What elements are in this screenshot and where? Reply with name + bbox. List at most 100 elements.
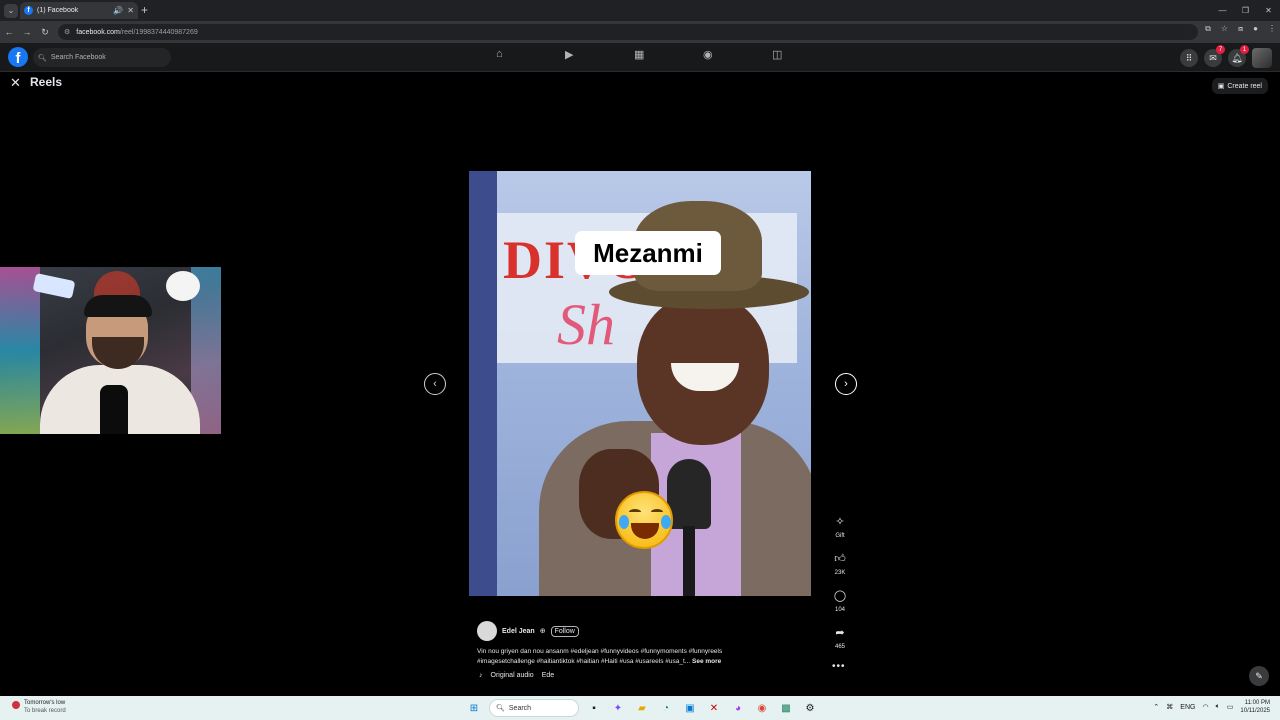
description-line: Vin nou griyen dan nou ansanm #edeljean …: [477, 648, 723, 655]
extensions-icon[interactable]: ⧈: [1238, 24, 1243, 34]
create-reel-label: Create reel: [1227, 82, 1262, 90]
marketplace-icon[interactable]: ▦: [634, 48, 703, 61]
taskbar-search[interactable]: 🔍︎ Search: [489, 699, 579, 717]
emoji-tear: [661, 515, 671, 529]
groups-icon[interactable]: ◉: [703, 48, 772, 61]
back-button[interactable]: ←: [0, 27, 18, 37]
profile-icon[interactable]: ●: [1253, 24, 1258, 34]
app-icon[interactable]: ▩: [777, 699, 795, 717]
home-icon[interactable]: ⌂: [496, 48, 565, 61]
chrome-icon[interactable]: ◉: [753, 699, 771, 717]
volume-icon[interactable]: 🔈︎: [1216, 703, 1220, 711]
messenger-badge: 7: [1216, 45, 1225, 54]
restore-button[interactable]: ❐: [1234, 0, 1257, 21]
bookmark-star-icon[interactable]: ☆: [1221, 24, 1228, 34]
share-count: 465: [834, 644, 845, 650]
toolbar-actions: ⧉ ☆ ⧈ ● ⋮: [1205, 24, 1276, 34]
close-tab-icon[interactable]: ✕: [127, 6, 134, 15]
edit-icon: ✎: [1255, 670, 1263, 681]
streamer-microphone: [100, 385, 128, 434]
address-bar[interactable]: ⚙ facebook.com/reel/1998374440987269: [58, 24, 1198, 40]
tab-list-button[interactable]: ⌄: [4, 3, 18, 18]
more-options-icon[interactable]: •••: [832, 661, 846, 672]
browser-menu-icon[interactable]: ⋮: [1268, 24, 1276, 34]
reel-author: Edel Jean ⊕ Follow: [477, 621, 579, 641]
gaming-icon[interactable]: ◫: [772, 48, 841, 61]
date-text: 10/11/2025: [1240, 708, 1270, 714]
facebook-header: f 🔍︎ Search Facebook ⌂ ▶ ▦ ◉ ◫ ⠿ ✉ 7 🔔︎ …: [0, 43, 1280, 72]
audio-label: Original audio: [490, 672, 534, 679]
settings-icon[interactable]: ⚙: [801, 699, 819, 717]
clock[interactable]: 11:00 PM 10/11/2025: [1240, 699, 1270, 715]
next-reel-button[interactable]: ›: [835, 373, 857, 395]
app-icon[interactable]: ✕: [705, 699, 723, 717]
tab-title: (1) Facebook: [37, 7, 79, 14]
reel-video[interactable]: DIVO Sh Mezanmi: [469, 171, 811, 596]
site-info-icon[interactable]: ⚙: [64, 28, 70, 36]
facebook-logo-icon[interactable]: f: [8, 47, 28, 67]
see-more-link[interactable]: See more: [692, 658, 721, 665]
windows-taskbar: Tomorrow's low To break record ⊞ 🔍︎ Sear…: [0, 696, 1280, 720]
search-icon: 🔍︎: [496, 705, 505, 712]
comment-icon: ◯: [833, 589, 847, 602]
weather-alert-icon: [12, 701, 20, 709]
windows-start-icon[interactable]: ⊞: [465, 699, 483, 717]
thumbs-up-icon: 👍︎: [834, 552, 846, 565]
create-reel-button[interactable]: ▣ Create reel: [1211, 78, 1268, 94]
browser-tab[interactable]: f (1) Facebook 🔊 ✕: [20, 2, 138, 19]
previous-reel-button[interactable]: ‹: [424, 373, 446, 395]
gift-button[interactable]: ✧ Gift: [829, 510, 851, 540]
video-icon[interactable]: ▶: [565, 48, 634, 61]
task-view-icon[interactable]: ▪: [585, 699, 603, 717]
messenger-button[interactable]: ✉ 7: [1204, 45, 1225, 67]
minimize-button[interactable]: —: [1211, 0, 1234, 21]
weather-widget[interactable]: Tomorrow's low To break record: [12, 699, 66, 715]
notifications-button[interactable]: 🔔︎ 1: [1228, 45, 1249, 67]
gift-icon: ✧: [835, 515, 845, 528]
comment-button[interactable]: ◯ 104: [829, 584, 851, 614]
account-avatar[interactable]: [1252, 48, 1272, 68]
address-toolbar: ← → ↻ ⚙ facebook.com/reel/19983744409872…: [0, 21, 1280, 43]
main-nav: ⌂ ▶ ▦ ◉ ◫: [496, 48, 841, 61]
wifi-icon[interactable]: ◠: [1202, 703, 1208, 711]
reel-audio[interactable]: ♪ Original audio Ede: [479, 672, 554, 679]
battery-icon[interactable]: ▭: [1227, 703, 1234, 711]
window-controls: — ❐ ✕: [1211, 0, 1280, 21]
url-domain: facebook.com: [76, 28, 120, 36]
chevron-left-icon: ‹: [433, 378, 437, 390]
like-button[interactable]: 👍︎ 23K: [829, 547, 851, 577]
follow-button[interactable]: Follow: [550, 625, 579, 637]
chevron-up-icon[interactable]: ⌃: [1153, 703, 1159, 711]
description-line: #imagesetchallenge #haitiantiktok #haiti…: [477, 658, 691, 665]
author-avatar[interactable]: [477, 621, 497, 641]
speaker-icon[interactable]: 🔊: [113, 6, 123, 15]
reload-button[interactable]: ↻: [36, 27, 54, 38]
share-button[interactable]: ➦ 465: [829, 621, 851, 651]
file-explorer-icon[interactable]: ▰: [633, 699, 651, 717]
cast-icon[interactable]: ⧉: [1205, 24, 1211, 34]
close-window-button[interactable]: ✕: [1257, 0, 1280, 21]
search-icon: 🔍︎: [38, 54, 47, 62]
webcam-overlay: [0, 267, 221, 434]
facebook-favicon-icon: f: [24, 6, 33, 15]
weather-line2: To break record: [24, 708, 66, 714]
page-title: Reels: [30, 75, 63, 89]
store-icon[interactable]: ▣: [681, 699, 699, 717]
new-tab-button[interactable]: +: [141, 3, 148, 17]
close-icon[interactable]: ✕: [10, 75, 21, 91]
menu-grid-icon[interactable]: ⠿: [1180, 49, 1198, 67]
language-indicator[interactable]: ENG: [1180, 704, 1195, 711]
controller-sign: [166, 271, 200, 301]
forward-button[interactable]: →: [18, 27, 36, 37]
weather-line1: Tomorrow's low: [24, 700, 66, 706]
network-icon[interactable]: ⌘: [1166, 703, 1173, 711]
author-name[interactable]: Edel Jean: [502, 628, 535, 635]
search-input[interactable]: 🔍︎ Search Facebook: [33, 48, 171, 67]
messenger-app-icon[interactable]: ◕: [729, 699, 747, 717]
copilot-icon[interactable]: ✦: [609, 699, 627, 717]
taskbar-apps: ⊞ 🔍︎ Search ▪ ✦ ▰ ◔ ▣ ✕ ◕ ◉ ▩ ⚙: [465, 699, 819, 717]
emoji-tear: [619, 515, 629, 529]
edge-icon[interactable]: ◔: [657, 699, 675, 717]
new-message-button[interactable]: ✎: [1249, 666, 1269, 686]
time-text: 11:00 PM: [1244, 700, 1270, 706]
